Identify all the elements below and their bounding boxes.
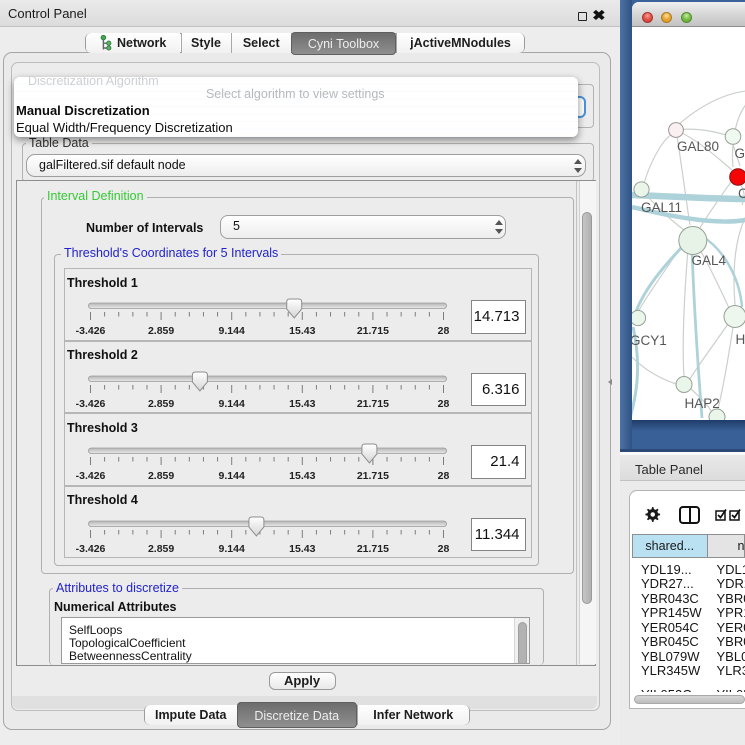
svg-text:21.715: 21.715 (356, 398, 388, 410)
svg-text:21.715: 21.715 (356, 543, 388, 555)
svg-text:2.859: 2.859 (147, 325, 173, 337)
svg-text:HI: HI (735, 332, 745, 347)
svg-text:-3.426: -3.426 (75, 470, 105, 482)
svg-text:-3.426: -3.426 (75, 325, 105, 337)
svg-text:2.859: 2.859 (147, 543, 173, 555)
svg-text:2.859: 2.859 (147, 398, 173, 410)
svg-text:21.715: 21.715 (356, 325, 388, 337)
svg-text:-3.426: -3.426 (75, 398, 105, 410)
svg-text:9.144: 9.144 (218, 398, 244, 410)
svg-text:GAL11: GAL11 (641, 200, 682, 215)
svg-text:-3.426: -3.426 (75, 543, 105, 555)
svg-text:9.144: 9.144 (218, 470, 244, 482)
svg-text:15.43: 15.43 (289, 543, 315, 555)
svg-text:GCY1: GCY1 (632, 333, 667, 348)
svg-text:GAL4: GAL4 (691, 253, 726, 268)
svg-text:C: C (738, 186, 745, 201)
svg-text:HAP2: HAP2 (684, 396, 719, 411)
svg-text:GA: GA (734, 146, 745, 161)
svg-text:28: 28 (437, 325, 449, 337)
svg-text:2.859: 2.859 (147, 470, 173, 482)
svg-text:28: 28 (437, 470, 449, 482)
svg-text:28: 28 (437, 398, 449, 410)
svg-text:GAL80: GAL80 (677, 139, 719, 154)
svg-text:15.43: 15.43 (289, 470, 315, 482)
svg-text:9.144: 9.144 (218, 543, 244, 555)
svg-text:15.43: 15.43 (289, 398, 315, 410)
svg-text:21.715: 21.715 (356, 470, 388, 482)
svg-text:28: 28 (437, 543, 449, 555)
svg-text:15.43: 15.43 (289, 325, 315, 337)
svg-text:9.144: 9.144 (218, 325, 244, 337)
